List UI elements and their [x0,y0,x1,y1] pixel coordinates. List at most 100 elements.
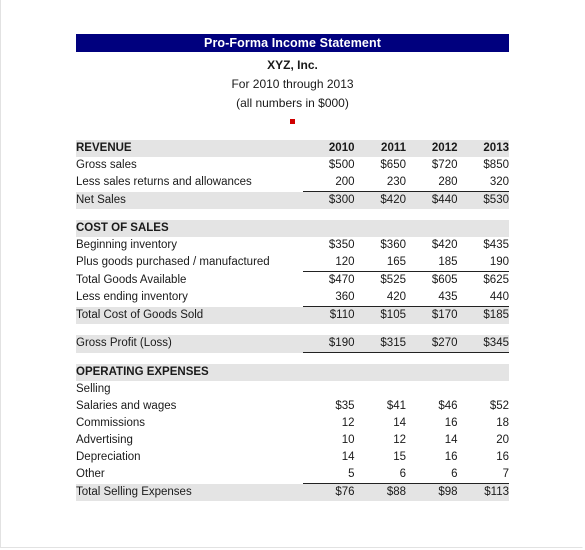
table-row: Commissions 12 14 16 18 [76,415,509,432]
row-label: Salaries and wages [76,400,177,412]
row-value-2010: $470 [303,271,355,289]
section-heading: COST OF SALES [76,220,303,237]
row-value-2010: 10 [341,434,355,446]
row-label: Total Cost of Goods Sold [76,306,303,324]
section-heading: REVENUE [76,140,303,157]
row-value-2010 [303,381,355,398]
row-value-2013: $52 [489,400,509,412]
section-header-pad [354,364,406,381]
section-header-row: OPERATING EXPENSES [76,364,509,381]
row-value-2011: $41 [386,400,406,412]
row-label: Depreciation [76,451,141,463]
row-value-2012: $605 [406,271,458,289]
row-value-2012: 14 [444,434,458,446]
spacer-row [76,209,509,220]
row-label: Total Goods Available [76,273,187,286]
table-row: Depreciation 14 15 16 16 [76,449,509,466]
table-row: Total Cost of Goods Sold $110 $105 $170 $185 [76,306,509,324]
row-value-2011: 15 [393,451,406,463]
row-value-2013: $850 [483,159,509,171]
row-value-2011: $105 [354,306,406,324]
row-value-2012: $170 [406,306,458,324]
row-value-2011: 420 [386,291,406,303]
section-header-row: REVENUE 2010 2011 2012 2013 [76,140,509,157]
column-header-year-2013: 2013 [457,140,509,157]
row-value-2010: 12 [341,417,355,429]
table-row: Other 5 6 6 7 [76,466,509,484]
row-value-2013: 190 [489,256,509,268]
row-value-2010: $300 [303,191,355,209]
row-value-2013: 16 [496,451,509,463]
row-label: Gross Profit (Loss) [76,335,303,353]
row-value-2011: $650 [380,159,406,171]
red-marker-icon [290,119,295,124]
row-value-2012: $420 [431,239,458,251]
period-label: For 2010 through 2013 [231,77,354,91]
table-row: Gross Profit (Loss) $190 $315 $270 $345 [76,335,509,353]
row-value-2010: 360 [335,291,355,303]
row-value-2012: 280 [438,176,458,188]
row-value-2010: $35 [335,400,355,412]
row-value-2013: $625 [457,271,509,289]
section-header-pad [303,364,355,381]
section-header-pad [303,220,355,237]
row-value-2011: $360 [380,239,406,251]
row-value-2012: 6 [451,468,458,480]
row-value-2010: $76 [303,483,355,501]
row-value-2011: 12 [393,434,406,446]
row-value-2011: 165 [386,256,406,268]
section-header-pad [457,364,509,381]
row-value-2011: 6 [399,468,406,480]
row-value-2012 [406,381,458,398]
row-label: Total Selling Expenses [76,483,303,501]
row-value-2011: $420 [354,191,406,209]
row-value-2012: $720 [431,159,458,171]
row-value-2010: $350 [328,239,355,251]
row-value-2012: 16 [444,417,458,429]
row-label: Less ending inventory [76,291,188,304]
units-note: (all numbers in $000) [236,96,349,110]
table-row: Advertising 10 12 14 20 [76,432,509,449]
table-row: Net Sales $300 $420 $440 $530 [76,191,509,209]
section-header-pad [406,220,458,237]
row-label: Advertising [76,434,133,446]
row-value-2011: $88 [354,483,406,501]
row-value-2012: $440 [406,191,458,209]
row-value-2012: 185 [438,256,458,268]
row-value-2012: $46 [438,400,458,412]
document-page: Pro-Forma Income Statement XYZ, Inc. For… [0,0,583,548]
table-row: Total Selling Expenses $76 $88 $98 $113 [76,483,509,501]
row-value-2013: $113 [457,483,509,501]
row-value-2010: 120 [335,256,355,268]
row-value-2010: 5 [348,468,355,480]
row-value-2011: $315 [354,335,406,353]
row-value-2013: 7 [502,468,509,480]
spacer-row [76,324,509,335]
row-label: Selling [76,383,111,395]
document-title-bar: Pro-Forma Income Statement [76,34,509,52]
section-heading: OPERATING EXPENSES [76,364,303,381]
column-header-year-2010: 2010 [303,140,355,157]
table-row: Salaries and wages $35 $41 $46 $52 [76,398,509,415]
section-header-pad [354,220,406,237]
income-statement-table: REVENUE 2010 2011 2012 2013 Gross sales $500 $6… [76,140,509,501]
row-value-2012: 16 [444,451,458,463]
table-row: Beginning inventory $350 $360 $420 $435 [76,237,509,254]
table-row: Total Goods Available $470 $525 $605 $625 [76,271,509,289]
column-header-year-2011: 2011 [354,140,406,157]
row-value-2012: $98 [406,483,458,501]
row-value-2012: $270 [406,335,458,353]
row-label: Beginning inventory [76,239,178,251]
spacer-cell [76,209,509,220]
section-header-pad [406,364,458,381]
row-value-2010: 200 [335,176,355,188]
row-value-2010: $500 [328,159,355,171]
table-row: Plus goods purchased / manufactured 120 16… [76,254,509,272]
row-value-2010: $190 [303,335,355,353]
row-label: Plus goods purchased / manufactured [76,256,270,269]
spacer-cell [76,324,509,335]
row-label: Less sales returns and allowances [76,176,252,189]
row-value-2013: 440 [489,291,509,303]
row-value-2012: 435 [438,291,458,303]
row-value-2013: 20 [496,434,509,446]
